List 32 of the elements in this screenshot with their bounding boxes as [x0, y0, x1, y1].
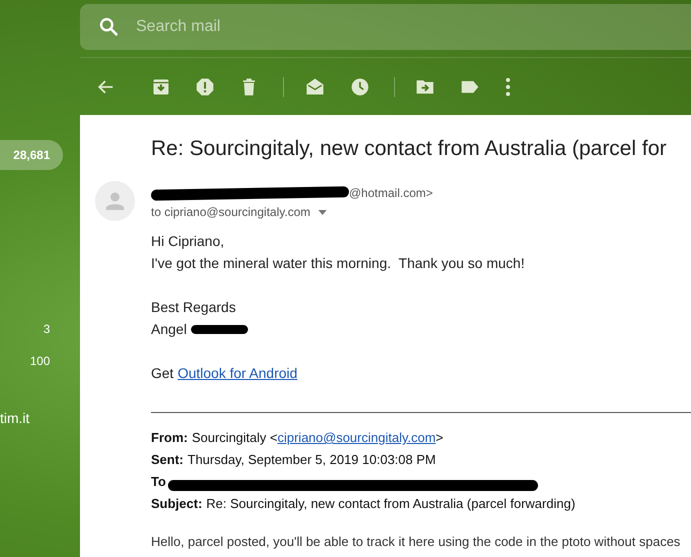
envelope-icon[interactable] [304, 76, 326, 96]
email-subject: Re: Sourcingitaly, new contact from Australia (parcel for [151, 137, 668, 161]
recipient-text: to cipriano@sourcingitaly.com [151, 205, 310, 219]
label-count[interactable]: 3 [0, 314, 63, 344]
bracket-text: > [436, 429, 444, 447]
account-text: tim.it [0, 410, 30, 426]
avatar-icon [95, 181, 135, 221]
body-text: I've got the mineral water this morning. Thank you so much! [151, 254, 526, 273]
field-label: Subject: [151, 495, 202, 513]
sender-name: Sourcingitaly < [192, 429, 278, 447]
field-label: Sent: [151, 451, 184, 469]
warning-icon[interactable] [195, 76, 215, 96]
signature-name: Angel [151, 320, 187, 339]
body-text: Get [151, 364, 174, 383]
archive-icon[interactable] [151, 76, 171, 96]
label-count[interactable]: 100 [0, 346, 63, 376]
body-text: Best Regards [151, 298, 237, 317]
clock-icon[interactable] [350, 76, 370, 96]
sender-email: @hotmail.com> [349, 186, 433, 200]
field-label: From: [151, 429, 188, 447]
sent-date: Thursday, September 5, 2019 10:03:08 PM [188, 451, 436, 469]
more-icon[interactable] [505, 76, 511, 96]
email-link[interactable]: cipriano@sourcingitaly.com [277, 427, 436, 449]
redaction-mark [190, 324, 248, 334]
caret-icon[interactable] [318, 210, 328, 214]
body-text: Hi Cipriano, [151, 232, 226, 251]
field-label: To [151, 473, 166, 491]
search-icon [98, 16, 120, 38]
reply-text: Hello, parcel posted, you'll be able to track it here using the code in the ptoto without spaces [151, 534, 682, 549]
outlook-link[interactable]: Outlook for Android [178, 362, 298, 384]
label-count[interactable]: 28,681 [0, 140, 63, 170]
quoted-subject: Re: Sourcingitaly, new contact from Australia (parcel forwarding) [206, 495, 576, 513]
